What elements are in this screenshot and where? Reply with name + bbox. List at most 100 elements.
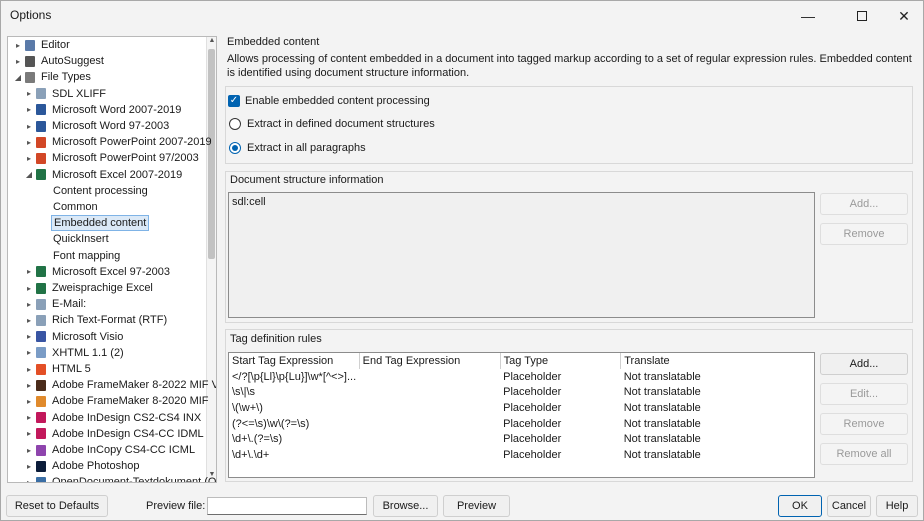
- expander-icon[interactable]: ▸: [24, 462, 34, 471]
- tree-item[interactable]: Content processing: [35, 183, 150, 199]
- rules-row[interactable]: \d+\.\d+ Placeholder Not translatable: [229, 447, 814, 463]
- scroll-up-icon[interactable]: ▲: [207, 37, 216, 48]
- tree-item[interactable]: ▸ Adobe FrameMaker 8-2022 MIF V2: [24, 377, 216, 393]
- reset-defaults-button[interactable]: Reset to Defaults: [6, 495, 108, 517]
- rules-remove-button[interactable]: Remove: [820, 413, 908, 435]
- expander-icon[interactable]: ▸: [24, 397, 34, 406]
- tree-item[interactable]: ▸ OpenDocument-Textdokument (OD: [24, 474, 216, 482]
- expander-icon[interactable]: ▸: [24, 105, 34, 114]
- col-end-tag[interactable]: End Tag Expression: [359, 353, 501, 369]
- col-translate[interactable]: Translate: [621, 353, 814, 369]
- structure-remove-button[interactable]: Remove: [820, 223, 908, 245]
- word-old-icon: [36, 120, 46, 132]
- ok-button[interactable]: OK: [778, 495, 822, 517]
- expander-icon[interactable]: ▸: [24, 446, 34, 455]
- structure-item[interactable]: sdl:cell: [229, 193, 814, 211]
- expander-icon[interactable]: ▸: [24, 332, 34, 341]
- expander-icon[interactable]: ▸: [24, 413, 34, 422]
- pencil-icon: [25, 39, 35, 51]
- structure-add-button[interactable]: Add...: [820, 193, 908, 215]
- tree-item[interactable]: ▸ SDL XLIFF: [24, 86, 108, 102]
- tree-item[interactable]: Font mapping: [35, 248, 122, 264]
- expander-icon[interactable]: ▸: [24, 138, 34, 147]
- rules-cell: Placeholder: [503, 386, 562, 399]
- cancel-button[interactable]: Cancel: [827, 495, 871, 517]
- tree-item[interactable]: ▸ Zweisprachige Excel: [24, 280, 155, 296]
- close-button[interactable]: ✕: [881, 1, 924, 31]
- expander-icon[interactable]: ▸: [24, 89, 34, 98]
- scroll-thumb[interactable]: [208, 49, 215, 259]
- tree-item[interactable]: QuickInsert: [35, 231, 111, 247]
- expander-icon[interactable]: ▸: [24, 316, 34, 325]
- col-start-tag[interactable]: Start Tag Expression: [229, 353, 360, 369]
- browse-button[interactable]: Browse...: [373, 495, 438, 517]
- expander-icon[interactable]: ▸: [24, 348, 34, 357]
- tree-item[interactable]: ▸ Microsoft Word 2007-2019: [24, 102, 183, 118]
- tree-item[interactable]: ▸ Microsoft Visio: [24, 329, 125, 345]
- help-button[interactable]: Help: [876, 495, 918, 517]
- preview-file-input[interactable]: [207, 497, 367, 515]
- structure-listbox[interactable]: sdl:cell: [228, 192, 815, 318]
- tree-item[interactable]: ▸ Rich Text-Format (RTF): [24, 312, 169, 328]
- rules-table[interactable]: Start Tag Expression End Tag Expression …: [229, 353, 814, 463]
- tree-item[interactable]: ▸ Adobe FrameMaker 8-2020 MIF: [24, 393, 211, 409]
- rules-row[interactable]: \s\|\s Placeholder Not translatable: [229, 385, 814, 401]
- tree-item[interactable]: ◢ File Types: [13, 69, 93, 85]
- tree-item[interactable]: ▸ XHTML 1.1 (2): [24, 345, 126, 361]
- expander-icon[interactable]: ▸: [24, 381, 34, 390]
- minimize-button[interactable]: —: [785, 1, 831, 31]
- expander-icon[interactable]: ▸: [24, 122, 34, 131]
- radio-all-label: Extract in all paragraphs: [247, 142, 366, 154]
- tree-item[interactable]: ▸ Editor: [13, 37, 72, 53]
- tree-item[interactable]: ▸ HTML 5: [24, 361, 93, 377]
- enable-embedded-checkbox[interactable]: ✓ Enable embedded content processing: [228, 95, 430, 107]
- expander-icon[interactable]: ▸: [24, 154, 34, 163]
- expander-icon[interactable]: ▸: [13, 41, 23, 50]
- maximize-button[interactable]: [839, 1, 885, 31]
- sdlxliff-icon: [36, 88, 46, 100]
- radio-all-paragraphs[interactable]: Extract in all paragraphs: [229, 142, 366, 154]
- expander-icon[interactable]: ◢: [13, 73, 23, 82]
- incopy-icon: [36, 444, 46, 456]
- rules-cell: Not translatable: [623, 417, 701, 430]
- preview-button[interactable]: Preview: [443, 495, 510, 517]
- rules-row[interactable]: (?<=\s)\w\(?=\s) Placeholder Not translata…: [229, 416, 814, 432]
- tree-item-label: E-Mail:: [52, 298, 87, 311]
- expander-icon[interactable]: ▸: [13, 57, 23, 66]
- tree-item[interactable]: ▸ Adobe InDesign CS4-CC IDML: [24, 426, 206, 442]
- tree-item[interactable]: ◢ Microsoft Excel 2007-2019: [24, 167, 184, 183]
- rules-row[interactable]: </?[\p{Ll}\p{Lu}]\w*[^<>]... Placeholder N…: [229, 369, 814, 385]
- tree-item[interactable]: ▸ AutoSuggest: [13, 53, 106, 69]
- options-tree[interactable]: ▲ ▼ ▸ Editor ▸ AutoSuggest ◢ File Types ▸ SDL X…: [7, 36, 217, 483]
- expander-icon[interactable]: ▸: [24, 267, 34, 276]
- expander-icon[interactable]: ▸: [24, 300, 34, 309]
- tree-item[interactable]: ▸ Microsoft PowerPoint 97/2003: [24, 150, 201, 166]
- radio-defined-structures[interactable]: Extract in defined document structures: [229, 118, 435, 130]
- tree-item-label: SDL XLIFF: [52, 87, 106, 100]
- expander-icon[interactable]: ▸: [24, 429, 34, 438]
- expander-icon[interactable]: ◢: [24, 170, 34, 179]
- tree-item[interactable]: ▸ Adobe Photoshop: [24, 458, 141, 474]
- tree-scrollbar[interactable]: ▲ ▼: [206, 37, 216, 482]
- framemaker-icon: [36, 379, 46, 391]
- rules-row[interactable]: \d+\.(?=\s) Placeholder Not translatable: [229, 431, 814, 447]
- expander-icon[interactable]: ▸: [24, 284, 34, 293]
- rules-row[interactable]: \(\w+\) Placeholder Not translatable: [229, 400, 814, 416]
- tree-item[interactable]: ▸ Adobe InDesign CS2-CS4 INX: [24, 410, 203, 426]
- rules-remove-all-button[interactable]: Remove all: [820, 443, 908, 465]
- tree-item[interactable]: ▸ Adobe InCopy CS4-CC ICML: [24, 442, 197, 458]
- tree-item[interactable]: ▸ Microsoft Excel 97-2003: [24, 264, 172, 280]
- xhtml-icon: [36, 347, 46, 359]
- tree-item[interactable]: Embedded content: [35, 215, 150, 232]
- expander-icon[interactable]: ▸: [24, 478, 34, 482]
- rules-edit-button[interactable]: Edit...: [820, 383, 908, 405]
- tree-item[interactable]: ▸ E-Mail:: [24, 296, 88, 312]
- tree-item-label: Microsoft Visio: [52, 330, 124, 343]
- col-tag-type[interactable]: Tag Type: [500, 353, 622, 369]
- rules-cell: \(\w+\): [232, 401, 263, 414]
- expander-icon[interactable]: ▸: [24, 365, 34, 374]
- tree-item[interactable]: Common: [35, 199, 100, 215]
- rules-add-button[interactable]: Add...: [820, 353, 908, 375]
- tree-item[interactable]: ▸ Microsoft PowerPoint 2007-2019: [24, 134, 214, 150]
- tree-item[interactable]: ▸ Microsoft Word 97-2003: [24, 118, 171, 134]
